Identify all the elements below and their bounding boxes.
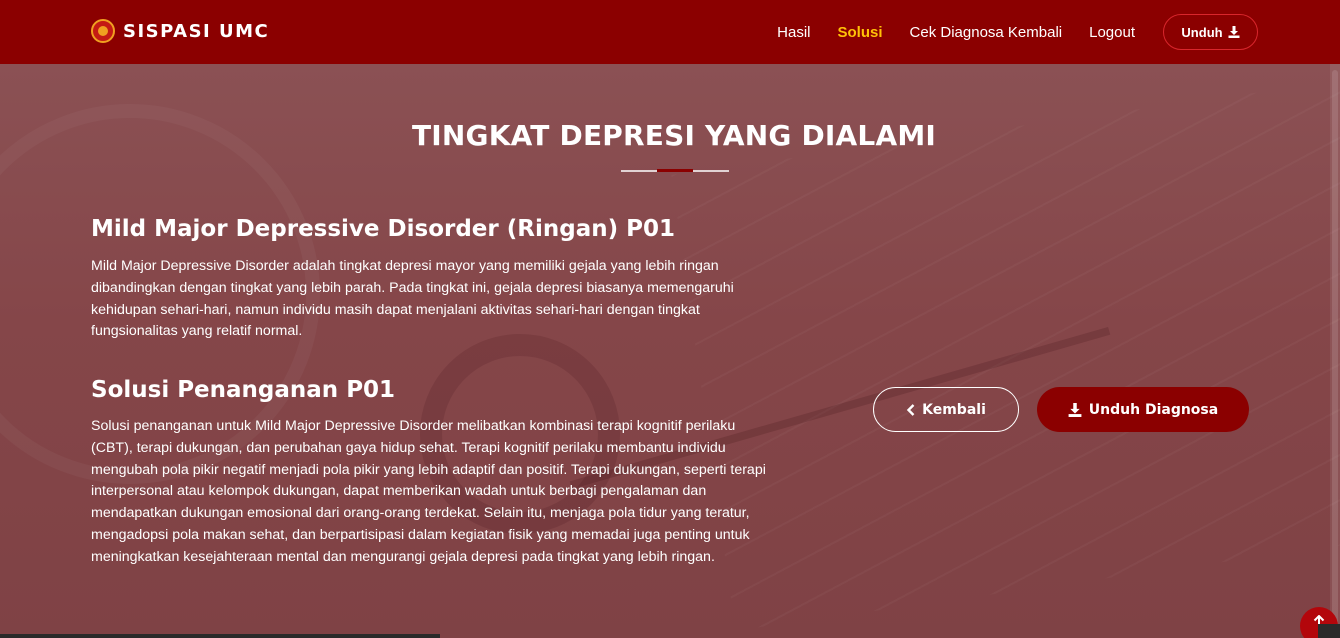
diagnosis-description: Mild Major Depressive Disorder adalah ti…	[91, 258, 734, 340]
brand-logo-icon	[91, 19, 115, 43]
nav-item-logout[interactable]: Logout	[1089, 24, 1135, 41]
brand[interactable]: SISPASI UMC	[91, 18, 269, 44]
chevron-left-icon	[906, 403, 915, 416]
corner-overlay	[1318, 624, 1340, 638]
navbar: SISPASI UMC Hasil Solusi Cek Diagnosa Ke…	[0, 0, 1340, 64]
solution-heading: Solusi Penanganan P01	[91, 377, 396, 403]
nav-item-cek-diagnosa-kembali[interactable]: Cek Diagnosa Kembali	[910, 24, 1063, 41]
main-nav: Hasil Solusi Cek Diagnosa Kembali Logout…	[750, 14, 1258, 50]
back-button[interactable]: Kembali	[873, 387, 1019, 432]
title-divider	[621, 169, 729, 172]
scrollbar-thumb[interactable]	[1332, 70, 1338, 630]
back-button-label: Kembali	[922, 401, 986, 418]
nav-download-button[interactable]: Unduh	[1163, 14, 1258, 50]
brand-name: SISPASI UMC	[123, 20, 270, 42]
bottom-bar	[0, 634, 440, 638]
solution-description: Solusi penanganan untuk Mild Major Depre…	[91, 418, 766, 565]
download-icon	[1068, 402, 1082, 417]
nav-item-hasil[interactable]: Hasil	[777, 24, 810, 41]
download-diagnosis-button[interactable]: Unduh Diagnosa	[1037, 387, 1249, 432]
page-title: TINGKAT DEPRESI YANG DIALAMI	[411, 119, 937, 152]
download-icon	[1228, 26, 1240, 38]
background-decoration	[671, 77, 1340, 631]
nav-item-solusi[interactable]: Solusi	[838, 24, 883, 41]
diagnosis-heading: Mild Major Depressive Disorder (Ringan) …	[91, 216, 675, 242]
nav-download-label: Unduh	[1181, 24, 1223, 40]
download-diagnosis-label: Unduh Diagnosa	[1088, 401, 1219, 418]
